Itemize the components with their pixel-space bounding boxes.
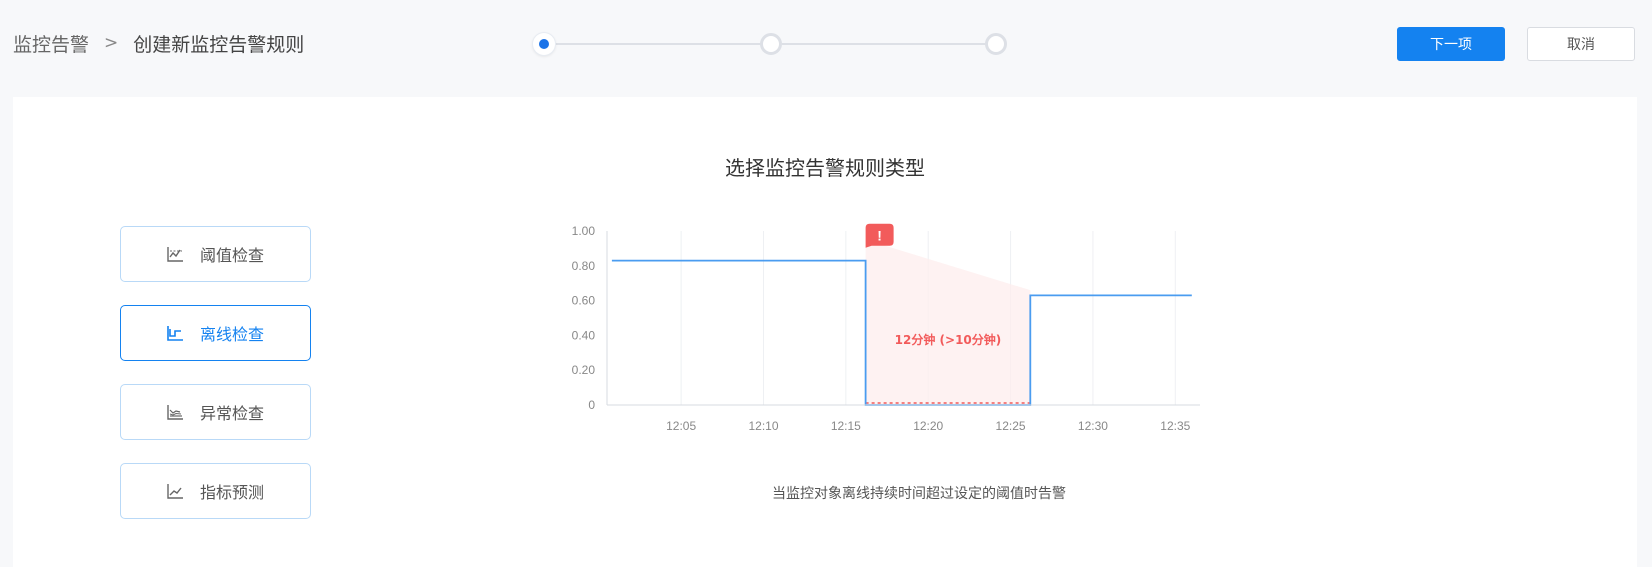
x-tick-label: 12:25 <box>996 419 1026 433</box>
rule-type-offline[interactable]: 离线检查 <box>120 305 311 361</box>
rule-type-panel: 选择监控告警规则类型 阈值检查 离线检查 异常检查 指标预测 12:05 12:… <box>13 97 1637 567</box>
chart-caption: 当监控对象离线持续时间超过设定的阈值时告警 <box>772 486 1066 502</box>
panel-title: 选择监控告警规则类型 <box>725 156 925 180</box>
forecast-chart-icon <box>167 484 183 499</box>
x-tick-label: 12:15 <box>831 419 861 433</box>
breadcrumb-current: 创建新监控告警规则 <box>133 33 305 56</box>
step-3 <box>985 33 1007 55</box>
breadcrumb-root[interactable]: 监控告警 <box>13 30 89 57</box>
offline-example-chart: 12:05 12:10 12:15 12:20 12:25 12:30 12:35 1.00 0… <box>570 221 1270 461</box>
alert-marker-text: ! <box>877 228 882 244</box>
breadcrumb: 监控告警 > 创建新监控告警规则 <box>13 30 304 56</box>
rule-type-threshold[interactable]: 阈值检查 <box>120 226 311 282</box>
rule-type-label: 异常检查 <box>200 404 265 423</box>
y-tick-label: 0 <box>588 398 595 412</box>
rule-type-label: 离线检查 <box>200 325 265 344</box>
y-tick-label: 0.40 <box>572 328 596 342</box>
y-tick-label: 0.20 <box>572 363 596 377</box>
breadcrumb-separator: > <box>104 33 119 53</box>
step-2 <box>760 33 782 55</box>
step-indicator <box>533 32 1017 56</box>
rule-type-forecast[interactable]: 指标预测 <box>120 463 311 519</box>
page-header: 监控告警 > 创建新监控告警规则 下一项 取消 <box>0 0 1652 92</box>
offline-chart-icon <box>167 326 183 341</box>
x-tick-label: 12:10 <box>748 419 778 433</box>
step-connector <box>782 43 987 45</box>
chart-svg: 12:05 12:10 12:15 12:20 12:25 12:30 12:35 1.00 0… <box>572 223 1200 433</box>
step-1 <box>533 33 555 55</box>
alert-duration-label: 12分钟 (>10分钟) <box>895 332 1002 347</box>
x-tick-label: 12:05 <box>666 419 696 433</box>
threshold-chart-icon <box>167 247 183 262</box>
y-tick-label: 0.80 <box>572 259 596 273</box>
cancel-button[interactable]: 取消 <box>1527 27 1635 61</box>
x-tick-label: 12:35 <box>1160 419 1190 433</box>
x-tick-label: 12:20 <box>913 419 943 433</box>
rule-type-label: 指标预测 <box>200 483 265 502</box>
y-tick-label: 0.60 <box>572 294 596 308</box>
rule-type-anomaly[interactable]: 异常检查 <box>120 384 311 440</box>
x-tick-label: 12:30 <box>1078 419 1108 433</box>
step-connector <box>555 43 762 45</box>
anomaly-chart-icon <box>167 405 183 420</box>
y-tick-label: 1.00 <box>572 224 596 238</box>
alert-shaded-region <box>865 239 1031 405</box>
rule-type-label: 阈值检查 <box>200 246 265 265</box>
next-button[interactable]: 下一项 <box>1397 27 1505 61</box>
